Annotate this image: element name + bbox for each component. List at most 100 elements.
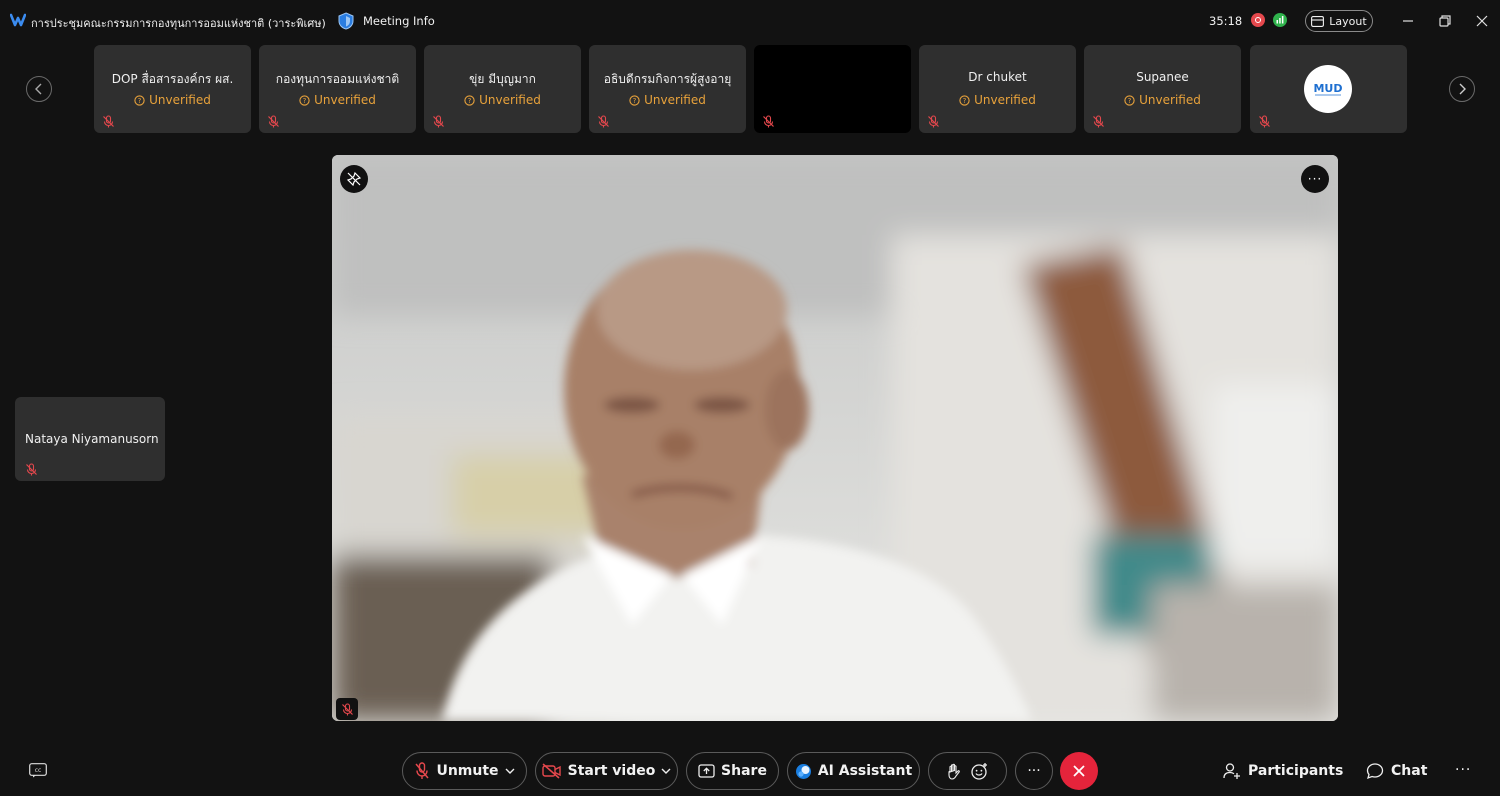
unmute-button[interactable]: Unmute <box>402 752 527 790</box>
participant-name: DOP สื่อสารองค์กร ผส. <box>111 72 234 86</box>
svg-text:MUD: MUD <box>1313 82 1342 95</box>
shield-icon[interactable] <box>338 12 354 30</box>
participant-tile-video[interactable] <box>754 45 911 133</box>
warning-icon: ? <box>299 94 310 106</box>
participants-label: Participants <box>1248 763 1344 779</box>
meeting-timer: 35:18 <box>1209 14 1243 28</box>
participant-tile[interactable]: Dr chuket ? Unverified <box>919 45 1076 133</box>
close-icon <box>1073 765 1085 777</box>
restore-icon[interactable] <box>1437 13 1453 29</box>
ai-assistant-icon <box>795 763 811 779</box>
warning-icon: ? <box>959 94 970 106</box>
unverified-status: ? Unverified <box>1084 93 1241 107</box>
muted-mic-icon <box>268 115 279 128</box>
share-screen-icon <box>698 763 715 778</box>
minimize-icon[interactable] <box>1400 13 1416 29</box>
organization-logo: MUD <box>1304 65 1352 113</box>
participant-name: Dr chuket <box>968 70 1027 84</box>
unpin-button[interactable] <box>340 165 368 193</box>
layout-button[interactable]: Layout <box>1305 10 1373 32</box>
participant-name: ขุ่ย มีบุญมาก <box>469 72 536 86</box>
end-call-button[interactable] <box>1060 752 1098 790</box>
layout-label: Layout <box>1329 14 1367 28</box>
chevron-right-icon <box>1459 83 1466 95</box>
meeting-title: การประชุมคณะกรรมการกองทุนการออมแห่งชาติ … <box>31 17 326 30</box>
unverified-status: ? Unverified <box>259 93 416 107</box>
participant-name: อธิบดีกรมกิจการผู้สูงอายุ <box>603 72 732 86</box>
muted-mic-icon <box>763 115 774 128</box>
svg-text:?: ? <box>1128 97 1132 105</box>
participant-name: Nataya Niyamanusorn <box>25 432 159 446</box>
unverified-status: ? Unverified <box>94 93 251 107</box>
svg-text:?: ? <box>633 97 637 105</box>
start-video-label: Start video <box>567 763 656 779</box>
video-more-options-button[interactable]: ··· <box>1301 165 1329 193</box>
chat-icon <box>1366 763 1384 780</box>
more-options-button[interactable]: ··· <box>1015 752 1053 790</box>
raise-hand-icon[interactable] <box>947 763 961 780</box>
svg-text:?: ? <box>468 97 472 105</box>
overflow-menu-button[interactable]: ··· <box>1455 762 1471 778</box>
svg-text:?: ? <box>138 97 142 105</box>
participant-tile[interactable]: Supanee ? Unverified <box>1084 45 1241 133</box>
start-video-button[interactable]: Start video <box>535 752 678 790</box>
warning-icon: ? <box>629 94 640 106</box>
chevron-down-icon[interactable] <box>505 767 515 775</box>
unverified-status: ? Unverified <box>589 93 746 107</box>
video-mute-indicator <box>336 698 358 720</box>
strip-next-button[interactable] <box>1449 76 1475 102</box>
muted-mic-icon <box>415 762 430 779</box>
reactions-group[interactable] <box>928 752 1007 790</box>
participant-tile[interactable]: อธิบดีกรมกิจการผู้สูงอายุ ? Unverified <box>589 45 746 133</box>
participant-tile-avatar[interactable]: MUD <box>1250 45 1407 133</box>
participant-name: Supanee <box>1136 70 1189 84</box>
chevron-left-icon <box>35 83 42 95</box>
unpin-icon <box>346 171 362 187</box>
muted-mic-icon <box>928 115 939 128</box>
chevron-down-icon[interactable] <box>661 767 671 775</box>
muted-mic-icon <box>26 463 37 476</box>
participant-name: กองทุนการออมแห่งชาติ <box>275 72 400 86</box>
close-icon[interactable] <box>1474 13 1490 29</box>
warning-icon: ? <box>464 94 475 106</box>
network-health-icon[interactable] <box>1273 13 1287 27</box>
muted-mic-icon <box>1093 115 1104 128</box>
chat-button[interactable]: Chat <box>1366 760 1427 782</box>
video-off-icon <box>541 763 561 779</box>
closed-captions-icon[interactable]: cc <box>29 763 47 778</box>
main-video-feed[interactable] <box>332 155 1338 721</box>
muted-mic-icon <box>433 115 444 128</box>
webex-logo-icon <box>10 13 26 27</box>
svg-text:?: ? <box>303 97 307 105</box>
participant-tile[interactable]: DOP สื่อสารองค์กร ผส. ? Unverified <box>94 45 251 133</box>
muted-mic-icon <box>103 115 114 128</box>
share-button[interactable]: Share <box>686 752 779 790</box>
title-bar: การประชุมคณะกรรมการกองทุนการออมแห่งชาติ … <box>0 0 1500 42</box>
meeting-info-link[interactable]: Meeting Info <box>363 14 435 28</box>
speaker-video-image <box>332 155 1338 721</box>
emoji-reaction-icon[interactable] <box>970 762 989 780</box>
participant-tile[interactable]: กองทุนการออมแห่งชาติ ? Unverified <box>259 45 416 133</box>
ai-assistant-button[interactable]: AI Assistant <box>787 752 920 790</box>
unverified-status: ? Unverified <box>919 93 1076 107</box>
chat-label: Chat <box>1391 763 1428 779</box>
participants-button[interactable]: Participants <box>1223 760 1343 782</box>
svg-text:cc: cc <box>35 767 42 774</box>
unverified-status: ? Unverified <box>424 93 581 107</box>
unmute-label: Unmute <box>436 763 499 779</box>
recording-icon[interactable] <box>1251 13 1265 27</box>
ai-assistant-label: AI Assistant <box>817 763 913 779</box>
participant-tile-side[interactable]: Nataya Niyamanusorn <box>15 397 165 481</box>
share-label: Share <box>721 763 767 779</box>
muted-mic-icon <box>341 702 353 715</box>
muted-mic-icon <box>598 115 609 128</box>
layout-icon <box>1311 15 1325 27</box>
participants-icon <box>1223 763 1240 779</box>
warning-icon: ? <box>1124 94 1135 106</box>
participant-tile[interactable]: ขุ่ย มีบุญมาก ? Unverified <box>424 45 581 133</box>
organization-logo-image: MUD <box>1313 82 1343 96</box>
more-options-label: ··· <box>1027 763 1041 779</box>
svg-text:?: ? <box>963 97 967 105</box>
warning-icon: ? <box>134 94 145 106</box>
strip-prev-button[interactable] <box>26 76 52 102</box>
